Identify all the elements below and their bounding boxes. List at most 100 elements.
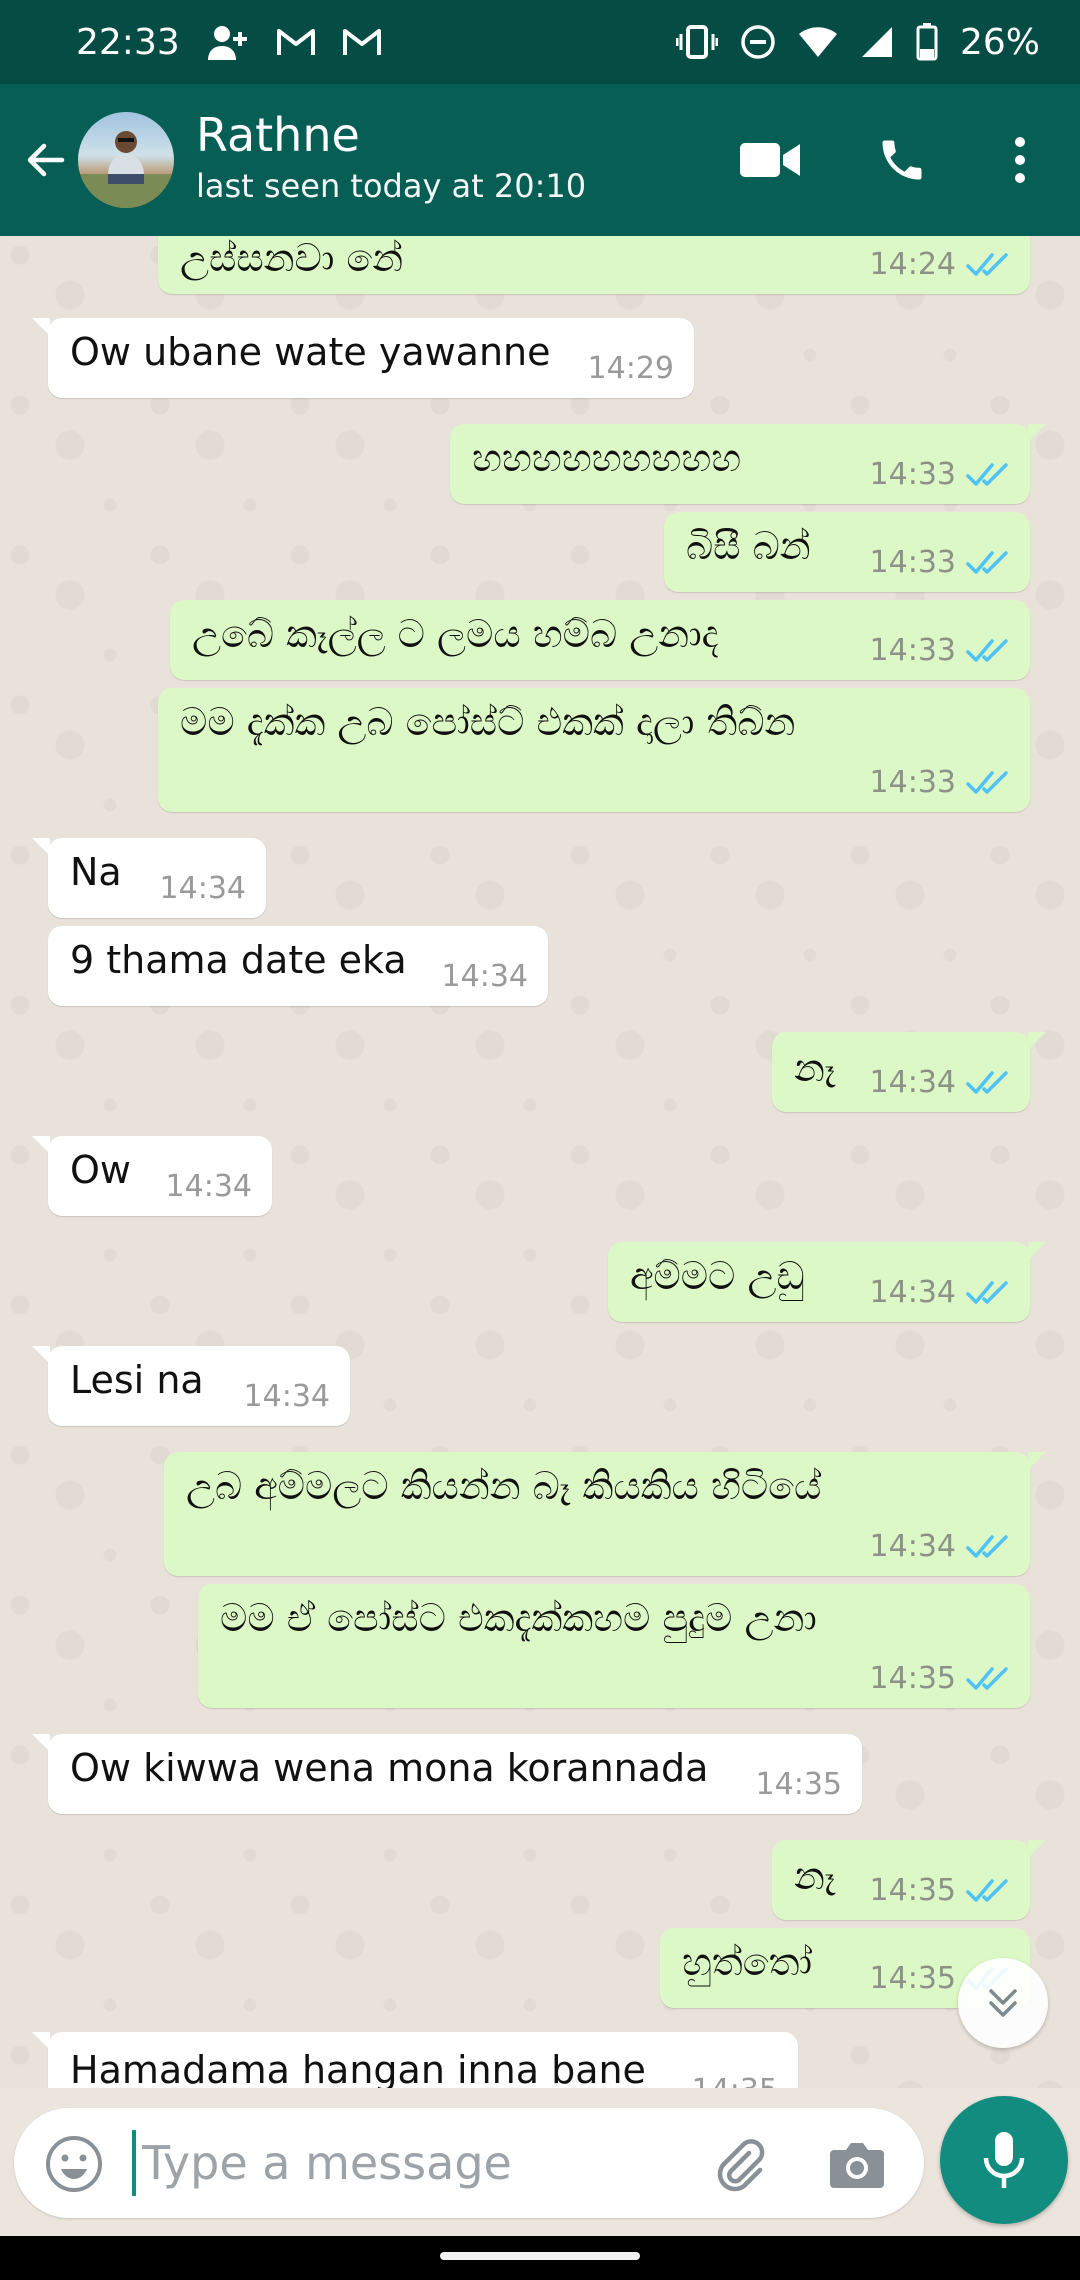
message-meta: 14:33 [870, 765, 1010, 800]
gmail-icon [342, 26, 382, 58]
double-check-read-icon [966, 638, 1010, 664]
message-bubble-incoming[interactable]: Ow 14:34 [32, 1136, 272, 1216]
double-check-read-icon [966, 550, 1010, 576]
message-time: 14:34 [441, 959, 528, 994]
message-text: Ow [70, 1148, 131, 1192]
message-bubble-incoming[interactable]: Na 14:34 [32, 838, 266, 918]
message-text: හුත්තෝ [682, 1940, 812, 1984]
status-right: 26% [675, 21, 1040, 63]
double-check-read-icon [966, 1878, 1010, 1904]
message-input-container [14, 2108, 924, 2218]
message-bubble-outgoing[interactable]: උබ අම්මලට කියන්න බෑ කියකිය හිටියේ 14:34 [164, 1452, 1046, 1576]
message-text: 9 thama date eka [70, 938, 407, 982]
message-meta: 14:29 [588, 351, 674, 386]
message-bubble-outgoing[interactable]: උස්සනවා නේ 14:24 [158, 236, 1030, 294]
message-meta: 14:34 [166, 1169, 252, 1204]
contact-info[interactable]: Rathne last seen today at 20:10 [196, 106, 696, 208]
message-text: Hamadama hangan inna bane [70, 2048, 646, 2088]
message-bubble-outgoing[interactable]: උබේ කෑල්ල ට ලමය හම්බ උනාද 14:33 [170, 600, 1030, 680]
whatsapp-chat-screen: 22:33 26% Rathne last seen today at 20:1… [0, 0, 1080, 2280]
camera-button[interactable] [822, 2130, 892, 2200]
voice-call-button[interactable] [862, 120, 942, 200]
message-text: උස්සනවා නේ [180, 236, 404, 280]
message-input[interactable] [132, 2130, 692, 2196]
message-meta: 14:35 [756, 1767, 842, 1802]
message-time: 14:33 [869, 457, 956, 492]
message-text: හහහහහහහහහ [472, 436, 742, 480]
message-text: බිසී බන් [686, 524, 811, 568]
message-meta: 14:34 [442, 959, 528, 994]
phone-icon [882, 140, 922, 180]
message-bubble-outgoing[interactable]: මම ඒ පෝස්ට එකදැක්කහම පුදුම උනා 14:35 [198, 1584, 1030, 1708]
message-bubble-outgoing[interactable]: අම්මට උඩු 14:34 [608, 1242, 1046, 1322]
message-meta: 14:35 [692, 2073, 778, 2088]
message-time: 14:34 [869, 1275, 956, 1310]
message-time: 14:24 [869, 247, 956, 282]
home-indicator[interactable] [440, 2252, 640, 2260]
microphone-icon [983, 2132, 1025, 2188]
message-text: මම දැක්ක උබ පෝස්ට් එකක් දාලා තිබ්න [180, 700, 796, 744]
message-time: 14:34 [869, 1065, 956, 1100]
video-call-button[interactable] [730, 120, 810, 200]
more-options-button[interactable] [980, 120, 1060, 200]
message-meta: 14:34 [244, 1379, 330, 1414]
message-time: 14:35 [869, 1661, 956, 1696]
message-time: 14:29 [587, 351, 674, 386]
system-navigation-bar [0, 2236, 1080, 2280]
message-bubble-incoming[interactable]: Lesi na 14:34 [32, 1346, 350, 1426]
message-list[interactable]: උස්සනවා නේ 14:24 Ow ubane wate yawanne 1… [0, 236, 1080, 2088]
back-button[interactable] [14, 126, 78, 194]
last-seen-status: last seen today at 20:10 [196, 167, 587, 205]
message-bubble-outgoing[interactable]: මම දැක්ක උබ පෝස්ට් එකක් දාලා තිබ්න 14:33 [158, 688, 1030, 812]
message-meta: 14:34 [870, 1275, 1010, 1310]
battery-percent: 26% [959, 21, 1040, 63]
message-bubble-incoming[interactable]: Hamadama hangan inna bane 14:35 [32, 2032, 798, 2088]
message-meta: 14:35 [870, 1661, 1010, 1696]
status-bar: 22:33 26% [0, 0, 1080, 84]
message-bubble-outgoing[interactable]: නෑ 14:34 [772, 1032, 1046, 1112]
message-text: Ow ubane wate yawanne [70, 330, 551, 374]
do-not-disturb-icon [740, 24, 776, 60]
message-bubble-incoming[interactable]: Ow ubane wate yawanne 14:29 [32, 318, 694, 398]
voice-message-button[interactable] [940, 2096, 1068, 2224]
emoji-button[interactable] [42, 2132, 106, 2196]
message-bubble-outgoing[interactable]: බිසී බන් 14:33 [664, 512, 1030, 592]
double-check-read-icon [966, 1666, 1010, 1692]
camera-icon [830, 2143, 884, 2188]
scroll-to-bottom-button[interactable] [958, 1958, 1048, 2048]
message-time: 14:34 [159, 871, 246, 906]
double-check-read-icon [966, 252, 1010, 278]
gmail-icon [276, 26, 316, 58]
message-meta: 14:33 [870, 457, 1010, 492]
video-camera-icon [740, 143, 800, 177]
wifi-icon [798, 25, 838, 59]
message-bubble-outgoing[interactable]: නෑ 14:35 [772, 1840, 1046, 1920]
message-time: 14:33 [869, 633, 956, 668]
double-check-read-icon [966, 1070, 1010, 1096]
message-time: 14:35 [869, 1873, 956, 1908]
message-text: උබේ කෑල්ල ට ලමය හම්බ උනාද [192, 612, 719, 656]
message-bubble-incoming[interactable]: 9 thama date eka 14:34 [48, 926, 548, 1006]
contact-name: Rathne [196, 108, 360, 162]
message-bubble-incoming[interactable]: Ow kiwwa wena mona korannada 14:35 [32, 1734, 862, 1814]
message-text: නෑ [794, 1046, 836, 1090]
message-meta: 14:33 [870, 545, 1010, 580]
message-meta: 14:24 [870, 247, 1010, 282]
message-time: 14:35 [869, 1961, 956, 1996]
message-meta: 14:35 [870, 1873, 1010, 1908]
message-bubble-outgoing[interactable]: හහහහහහහහහ 14:33 [450, 424, 1046, 504]
chat-header: Rathne last seen today at 20:10 [0, 84, 1080, 236]
attach-button[interactable] [704, 2130, 774, 2200]
message-meta: 14:34 [160, 871, 246, 906]
message-text: මම ඒ පෝස්ට එකදැක්කහම පුදුම උනා [220, 1596, 817, 1640]
message-text: Na [70, 850, 122, 894]
signal-icon [860, 25, 894, 59]
more-vert-icon [1015, 137, 1025, 183]
message-time: 14:35 [692, 2073, 778, 2088]
message-meta: 14:34 [870, 1529, 1010, 1564]
message-time: 14:34 [243, 1379, 330, 1414]
message-meta: 14:33 [870, 633, 1010, 668]
avatar[interactable] [78, 112, 174, 208]
emoji-icon [46, 2136, 102, 2192]
message-time: 14:33 [869, 545, 956, 580]
